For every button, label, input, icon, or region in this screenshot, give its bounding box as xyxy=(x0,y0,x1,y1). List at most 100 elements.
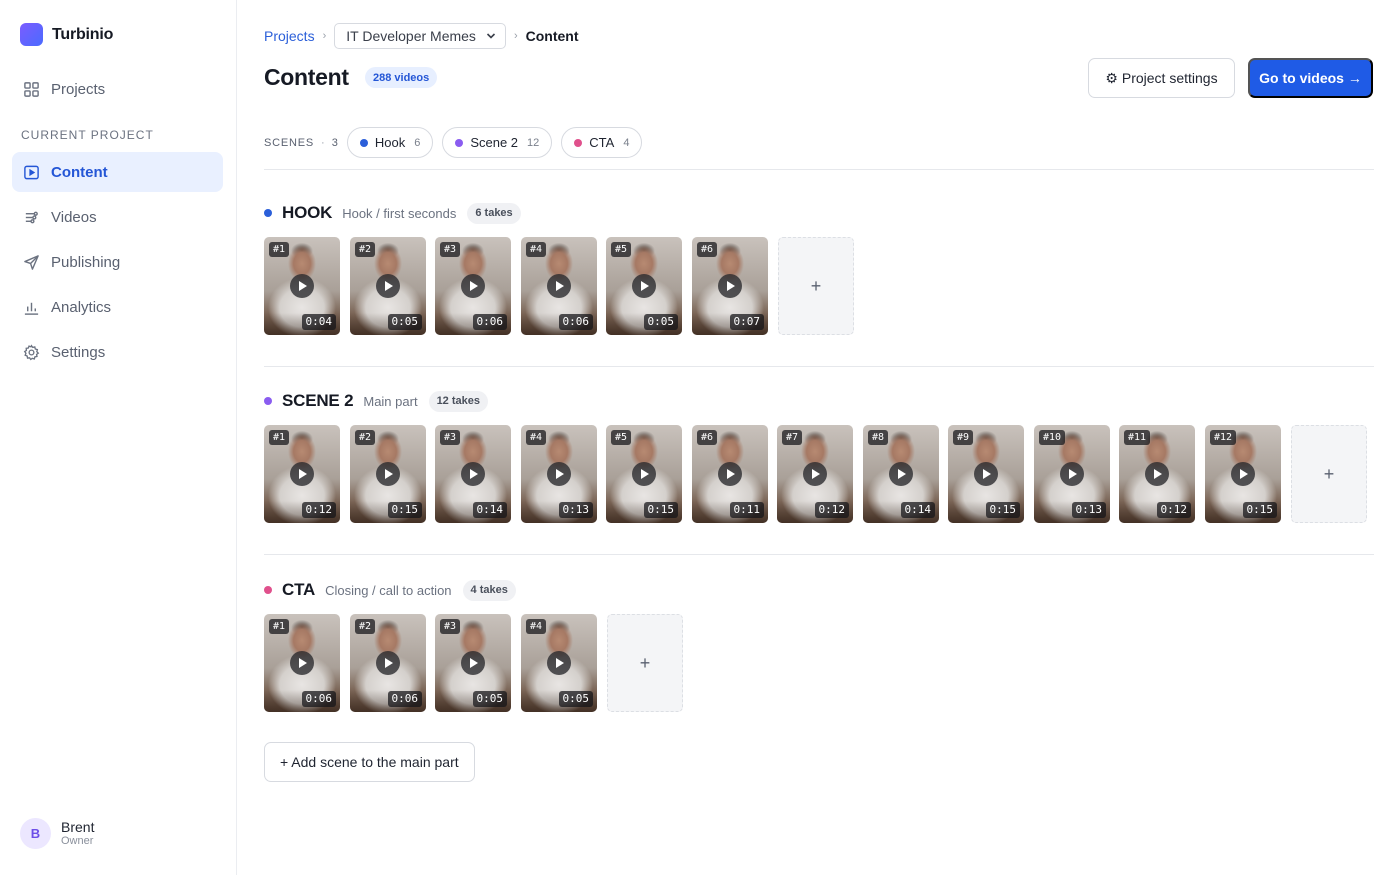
take-number: #10 xyxy=(1039,430,1066,445)
scenes-label: SCENES xyxy=(264,136,315,149)
take-thumbnail[interactable]: #2 0:05 xyxy=(350,237,426,335)
scene-title: SCENE 2 xyxy=(282,391,354,410)
take-thumbnail[interactable]: #1 0:06 xyxy=(264,614,340,712)
brand[interactable]: Turbinio xyxy=(20,23,113,46)
section-label: CURRENT PROJECT xyxy=(21,128,154,142)
take-thumbnail[interactable]: #7 0:12 xyxy=(777,425,853,523)
take-thumbnail[interactable]: #5 0:15 xyxy=(606,425,682,523)
user-profile[interactable]: B Brent Owner xyxy=(20,818,94,849)
take-thumbnail[interactable]: #10 0:13 xyxy=(1034,425,1110,523)
sidebar-item-settings[interactable]: Settings xyxy=(12,332,223,372)
take-duration: 0:12 xyxy=(301,502,336,518)
grid-icon xyxy=(23,81,40,98)
take-thumbnail[interactable]: #3 0:06 xyxy=(435,237,511,335)
play-icon[interactable] xyxy=(889,462,913,486)
take-duration: 0:14 xyxy=(900,502,935,518)
take-thumbnail[interactable]: #6 0:07 xyxy=(692,237,768,335)
go-to-videos-button[interactable]: Go to videos → xyxy=(1248,58,1373,98)
sidebar-item-publishing[interactable]: Publishing xyxy=(12,242,223,282)
take-thumbnail[interactable]: #12 0:15 xyxy=(1205,425,1281,523)
take-duration: 0:05 xyxy=(387,314,422,330)
sidebar-item-analytics[interactable]: Analytics xyxy=(12,287,223,327)
take-thumbnail[interactable]: #1 0:04 xyxy=(264,237,340,335)
play-icon[interactable] xyxy=(632,274,656,298)
take-duration: 0:06 xyxy=(301,691,336,707)
play-icon[interactable] xyxy=(461,651,485,675)
play-icon[interactable] xyxy=(1145,462,1169,486)
take-number: #2 xyxy=(355,242,376,257)
play-icon[interactable] xyxy=(376,462,400,486)
play-icon[interactable] xyxy=(1231,462,1255,486)
take-duration: 0:05 xyxy=(472,691,507,707)
play-icon[interactable] xyxy=(290,651,314,675)
add-scene-button[interactable]: + Add scene to the main part xyxy=(264,742,475,782)
take-duration: 0:11 xyxy=(729,502,764,518)
take-thumbnail[interactable]: #2 0:06 xyxy=(350,614,426,712)
take-thumbnail[interactable]: #6 0:11 xyxy=(692,425,768,523)
take-thumbnail[interactable]: #3 0:05 xyxy=(435,614,511,712)
divider xyxy=(264,366,1374,367)
take-thumbnail[interactable]: #8 0:14 xyxy=(863,425,939,523)
sidebar-item-videos[interactable]: Videos xyxy=(12,197,223,237)
take-thumbnail[interactable]: #11 0:12 xyxy=(1119,425,1195,523)
play-icon[interactable] xyxy=(376,651,400,675)
play-icon[interactable] xyxy=(290,274,314,298)
take-duration: 0:13 xyxy=(558,502,593,518)
project-select[interactable]: IT Developer Memes xyxy=(334,23,506,49)
scene-header: HOOK Hook / first seconds 6 takes xyxy=(264,201,521,225)
play-icon[interactable] xyxy=(974,462,998,486)
take-thumbnail[interactable]: #1 0:12 xyxy=(264,425,340,523)
sidebar-item-content[interactable]: Content xyxy=(12,152,223,192)
scene-pill-cta[interactable]: CTA 4 xyxy=(561,127,643,158)
take-thumbnail[interactable]: #4 0:13 xyxy=(521,425,597,523)
scenes-bar: SCENES · 3 Hook 6 Scene 2 12 CTA 4 xyxy=(264,127,651,158)
take-duration: 0:15 xyxy=(985,502,1020,518)
user-name: Brent xyxy=(61,818,95,835)
take-thumbnail[interactable]: #4 0:05 xyxy=(521,614,597,712)
play-icon[interactable] xyxy=(547,274,571,298)
breadcrumb-projects-link[interactable]: Projects xyxy=(264,28,315,44)
take-duration: 0:05 xyxy=(558,691,593,707)
play-icon[interactable] xyxy=(718,462,742,486)
add-take-button[interactable]: + xyxy=(778,237,854,335)
sidebar-item-label: Settings xyxy=(51,343,106,361)
take-duration: 0:15 xyxy=(387,502,422,518)
scene-subtitle: Hook / first seconds xyxy=(342,205,457,221)
play-icon[interactable] xyxy=(632,462,656,486)
scene-subtitle: Closing / call to action xyxy=(325,582,452,598)
add-take-button[interactable]: + xyxy=(1291,425,1367,523)
take-thumbnail[interactable]: #3 0:14 xyxy=(435,425,511,523)
project-settings-button[interactable]: ⚙ Project settings xyxy=(1088,58,1235,98)
take-number: #12 xyxy=(1210,430,1237,445)
separator-dot: · xyxy=(321,136,325,149)
scene-pill-hook[interactable]: Hook 6 xyxy=(346,127,434,158)
sidebar-item-label: Analytics xyxy=(51,298,112,316)
play-icon[interactable] xyxy=(547,462,571,486)
play-square-icon xyxy=(23,164,40,181)
take-thumbnail[interactable]: #2 0:15 xyxy=(350,425,426,523)
play-icon[interactable] xyxy=(547,651,571,675)
take-thumbnail[interactable]: #9 0:15 xyxy=(948,425,1024,523)
chevron-right-icon: › xyxy=(513,30,518,42)
take-number: #1 xyxy=(269,242,290,257)
play-icon[interactable] xyxy=(376,274,400,298)
play-icon[interactable] xyxy=(803,462,827,486)
scene-pill-scene-2[interactable]: Scene 2 12 xyxy=(442,127,553,158)
take-duration: 0:04 xyxy=(301,314,336,330)
take-duration: 0:15 xyxy=(1242,502,1277,518)
take-number: #7 xyxy=(782,430,803,445)
take-duration: 0:14 xyxy=(472,502,507,518)
scene-title: HOOK xyxy=(282,203,333,222)
play-icon[interactable] xyxy=(461,462,485,486)
take-thumbnail[interactable]: #4 0:06 xyxy=(521,237,597,335)
sidebar-item-projects[interactable]: Projects xyxy=(12,69,223,109)
scene-color-dot xyxy=(264,209,272,217)
take-duration: 0:15 xyxy=(643,502,678,518)
add-take-button[interactable]: + xyxy=(607,614,683,712)
play-icon[interactable] xyxy=(1060,462,1084,486)
play-icon[interactable] xyxy=(718,274,742,298)
play-icon[interactable] xyxy=(461,274,485,298)
take-number: #4 xyxy=(526,242,547,257)
play-icon[interactable] xyxy=(290,462,314,486)
take-thumbnail[interactable]: #5 0:05 xyxy=(606,237,682,335)
